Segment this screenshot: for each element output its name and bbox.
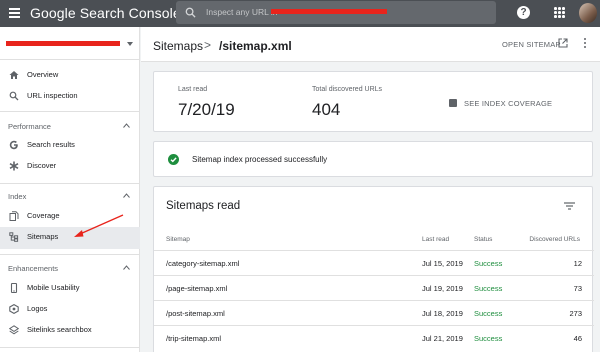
sidebar-item-overview[interactable]: Overview bbox=[0, 65, 140, 87]
sidebar-item-label: Discover bbox=[27, 161, 57, 170]
discovered-count: 273 bbox=[569, 309, 582, 318]
status-badge: Success bbox=[474, 334, 503, 343]
search-placeholder: Inspect any URL in bbox=[206, 7, 278, 17]
sidebar-item-label: Coverage bbox=[27, 211, 60, 220]
apps-grid-icon[interactable] bbox=[554, 7, 565, 18]
home-icon bbox=[9, 71, 19, 79]
table-row[interactable]: /category-sitemap.xml Jul 15, 2019 Succe… bbox=[154, 250, 594, 275]
sitemap-path: /page-sitemap.xml bbox=[166, 284, 228, 293]
filter-icon[interactable] bbox=[564, 202, 575, 210]
section-title: Enhancements bbox=[8, 264, 59, 273]
sidebar-item-sitelinks-searchbox[interactable]: Sitelinks searchbox bbox=[0, 320, 140, 342]
last-read-date: Jul 15, 2019 bbox=[422, 259, 463, 268]
layers-icon bbox=[9, 325, 19, 335]
table-row[interactable]: /trip-sitemap.xml Jul 21, 2019 Success 4… bbox=[154, 325, 594, 350]
sidebar-item-label: Logos bbox=[27, 304, 48, 313]
chevron-up-icon bbox=[123, 123, 130, 128]
more-vert-icon[interactable] bbox=[584, 38, 587, 49]
arrow-drop-down-icon bbox=[127, 42, 133, 46]
sidebar-item-search-results[interactable]: Search results bbox=[0, 135, 140, 157]
divider bbox=[0, 111, 140, 112]
sitemap-path: /trip-sitemap.xml bbox=[166, 334, 222, 343]
status-message: Sitemap index processed successfully bbox=[192, 155, 328, 164]
bar-chart-icon bbox=[449, 99, 457, 107]
search-icon bbox=[9, 91, 19, 101]
sidebar-item-label: URL inspection bbox=[27, 91, 78, 100]
status-badge: Success bbox=[474, 309, 503, 318]
sitemaps-read-table: Sitemaps read Sitemap Last read Status D… bbox=[153, 186, 594, 352]
url-inspection-search[interactable]: Inspect any URL in bbox=[176, 1, 496, 24]
sitemap-icon bbox=[9, 232, 19, 242]
chevron-up-icon bbox=[123, 193, 130, 198]
divider bbox=[0, 183, 140, 184]
status-badge: Success bbox=[474, 284, 503, 293]
discovered-count: 73 bbox=[573, 284, 582, 293]
logo-icon bbox=[9, 304, 19, 314]
sitemap-path: /post-sitemap.xml bbox=[166, 309, 225, 318]
search-icon bbox=[185, 7, 196, 18]
column-header-discovered-urls[interactable]: Discovered URLs bbox=[529, 236, 580, 243]
section-performance[interactable]: Performance bbox=[0, 116, 140, 136]
breadcrumb-separator: > bbox=[204, 38, 212, 52]
section-title: Performance bbox=[8, 122, 51, 131]
file-copy-icon bbox=[9, 211, 19, 221]
redaction-mark bbox=[271, 9, 387, 14]
breadcrumb-root[interactable]: Sitemaps bbox=[153, 39, 203, 53]
divider bbox=[0, 347, 140, 348]
column-header-last-read[interactable]: Last read bbox=[422, 236, 449, 243]
sidebar-item-mobile-usability[interactable]: Mobile Usability bbox=[0, 278, 140, 300]
last-read-value: 7/20/19 bbox=[178, 100, 235, 119]
hamburger-icon[interactable] bbox=[9, 8, 20, 18]
see-index-coverage-link[interactable]: SEE INDEX COVERAGE bbox=[464, 99, 552, 108]
total-urls-value: 404 bbox=[312, 100, 341, 119]
sidebar-item-coverage[interactable]: Coverage bbox=[0, 206, 140, 228]
last-read-date: Jul 18, 2019 bbox=[422, 309, 463, 318]
sidebar-item-label: Sitemaps bbox=[27, 232, 59, 241]
section-index[interactable]: Index bbox=[0, 186, 140, 206]
discovered-count: 12 bbox=[573, 259, 582, 268]
redaction-mark bbox=[6, 41, 120, 46]
sidebar-item-url-inspection[interactable]: URL inspection bbox=[0, 86, 140, 108]
property-selector[interactable] bbox=[0, 27, 140, 60]
open-sitemap-button[interactable]: OPEN SITEMAP bbox=[502, 40, 561, 49]
discovered-count: 46 bbox=[573, 334, 582, 343]
table-row[interactable]: /page-sitemap.xml Jul 19, 2019 Success 7… bbox=[154, 275, 594, 300]
section-enhancements[interactable]: Enhancements bbox=[0, 258, 140, 278]
column-header-status[interactable]: Status bbox=[474, 236, 492, 243]
sidebar: Overview URL inspection Performance Sear… bbox=[0, 27, 140, 352]
sidebar-item-label: Search results bbox=[27, 140, 75, 149]
sidebar-item-label: Sitelinks searchbox bbox=[27, 325, 92, 334]
open-in-new-icon[interactable] bbox=[558, 38, 568, 48]
status-card: Sitemap index processed successfully bbox=[153, 141, 593, 177]
sidebar-item-label: Mobile Usability bbox=[27, 283, 80, 292]
status-badge: Success bbox=[474, 259, 503, 268]
app-title[interactable]: Google Search Console bbox=[30, 5, 181, 21]
divider bbox=[0, 254, 140, 255]
sidebar-item-discover[interactable]: Discover bbox=[0, 156, 140, 178]
chevron-up-icon bbox=[123, 265, 130, 270]
section-title: Index bbox=[8, 192, 27, 201]
google-g-icon bbox=[9, 140, 18, 150]
help-icon[interactable]: ? bbox=[517, 6, 530, 19]
sidebar-item-logos[interactable]: Logos bbox=[0, 299, 140, 321]
page-header: Sitemaps > /sitemap.xml OPEN SITEMAP bbox=[141, 27, 600, 62]
last-read-date: Jul 21, 2019 bbox=[422, 334, 463, 343]
sidebar-item-sitemaps[interactable]: Sitemaps bbox=[0, 227, 140, 249]
sidebar-item-label: Overview bbox=[27, 70, 59, 79]
check-circle-icon bbox=[168, 154, 179, 165]
sitemap-stats-card: Last read 7/20/19 Total discovered URLs … bbox=[153, 71, 593, 132]
main-content: Sitemaps > /sitemap.xml OPEN SITEMAP Las… bbox=[141, 27, 600, 352]
last-read-label: Last read bbox=[178, 86, 208, 93]
page-title: /sitemap.xml bbox=[219, 39, 292, 53]
table-title: Sitemaps read bbox=[166, 200, 241, 212]
asterisk-icon bbox=[9, 161, 19, 171]
column-header-sitemap[interactable]: Sitemap bbox=[166, 236, 190, 243]
sitemap-path: /category-sitemap.xml bbox=[166, 259, 240, 268]
table-row[interactable]: /post-sitemap.xml Jul 18, 2019 Success 2… bbox=[154, 300, 594, 325]
last-read-date: Jul 19, 2019 bbox=[422, 284, 463, 293]
total-urls-label: Total discovered URLs bbox=[312, 86, 383, 93]
avatar[interactable] bbox=[579, 3, 597, 23]
top-app-bar: Google Search Console Inspect any URL in… bbox=[0, 0, 600, 27]
smartphone-icon bbox=[10, 283, 18, 293]
